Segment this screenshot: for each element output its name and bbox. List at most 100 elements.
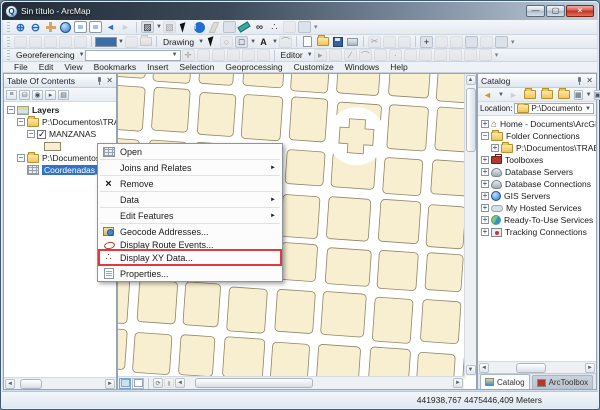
fixed-zoom-out-icon[interactable] <box>89 21 102 33</box>
georef-shift-icon[interactable] <box>212 49 225 61</box>
connect-folder-icon[interactable] <box>541 90 553 99</box>
georeferencing-layer-combo[interactable]: ▼ <box>85 50 181 61</box>
disconnect-folder-icon[interactable] <box>558 90 570 99</box>
georef-rotate-icon[interactable] <box>197 49 210 61</box>
new-document-icon[interactable] <box>303 36 312 47</box>
layer-visibility-checkbox[interactable] <box>37 130 46 139</box>
forward-icon[interactable] <box>507 89 520 101</box>
collapse-icon[interactable] <box>7 106 15 114</box>
editor-dropdown-icon[interactable]: ▼ <box>307 52 313 58</box>
context-menu-item-data[interactable]: Data ► <box>98 193 282 206</box>
swipe-layer-icon[interactable] <box>59 36 72 48</box>
close-button[interactable]: × <box>566 5 594 17</box>
image-analysis-icon[interactable] <box>140 37 152 46</box>
close-icon[interactable]: ✕ <box>586 77 593 85</box>
minimize-button[interactable]: — <box>526 5 545 17</box>
scroll-up-icon[interactable]: ▲ <box>466 75 476 85</box>
find-icon[interactable] <box>253 21 266 33</box>
location-combo[interactable]: P:\Documentos\TRABAJOS ▼ <box>514 103 594 114</box>
scroll-right-icon[interactable]: ► <box>105 379 115 389</box>
pin-icon[interactable] <box>95 77 103 85</box>
collapse-icon[interactable] <box>17 118 25 126</box>
catalog-item-gis-servers[interactable]: GIS Servers <box>478 190 596 202</box>
maximize-button[interactable]: ▢ <box>546 5 565 17</box>
catalog-item-home[interactable]: Home - Documents\ArcGIS <box>478 118 596 130</box>
add-data-icon[interactable]: + <box>420 36 433 48</box>
georef-add-points-icon[interactable]: ✛ <box>182 49 195 61</box>
html-popup-icon[interactable] <box>223 21 236 33</box>
time-slider-icon[interactable] <box>283 21 296 33</box>
scroll-left-icon[interactable]: ◄ <box>5 379 15 389</box>
toc-item-manzanas[interactable]: MANZANAS <box>4 128 116 140</box>
catalog-item-database-servers[interactable]: Database Servers <box>478 166 596 178</box>
reshape-icon[interactable] <box>419 49 432 61</box>
scroll-left-icon[interactable]: ◄ <box>175 378 185 388</box>
list-by-selection-icon[interactable]: ▸ <box>45 90 56 100</box>
model-builder-icon[interactable] <box>495 36 508 48</box>
layout-view-button[interactable] <box>132 378 144 389</box>
georeferencing-menu[interactable]: Georeferencing <box>13 50 78 60</box>
catalog-window-icon[interactable] <box>435 36 448 48</box>
swatch-dropdown-icon[interactable]: ▼ <box>118 39 124 45</box>
back-dropdown-icon[interactable]: ▼ <box>498 92 504 98</box>
point-tool-icon[interactable]: · <box>389 49 402 61</box>
toc-options-icon[interactable]: ▤ <box>58 90 69 100</box>
editor-menu[interactable]: Editor <box>278 50 306 60</box>
text-dropdown-icon[interactable]: ▼ <box>272 39 278 45</box>
context-menu-item-properties[interactable]: Properties... <box>98 267 282 280</box>
select-features-dropdown-icon[interactable]: ▼ <box>156 24 162 30</box>
back-extent-icon[interactable] <box>104 21 117 33</box>
menu-bookmarks[interactable]: Bookmarks <box>89 62 142 72</box>
back-icon[interactable] <box>481 89 494 101</box>
select-elements-icon[interactable] <box>178 21 191 33</box>
up-one-level-icon[interactable] <box>524 90 536 99</box>
identify-icon[interactable] <box>194 22 205 33</box>
toc-item-source-1[interactable]: P:\Documentos\TRABAJOS Y <box>4 116 116 128</box>
viewer-window-icon[interactable] <box>298 21 311 33</box>
collapse-icon[interactable] <box>17 154 25 162</box>
rotate-icon[interactable]: ○ <box>220 36 233 48</box>
close-icon[interactable]: ✕ <box>106 77 113 85</box>
title-bar[interactable]: Q Sin título - ArcMap — ▢ × <box>2 2 598 20</box>
expand-icon[interactable] <box>481 168 489 176</box>
straight-segment-icon[interactable]: ∕ <box>344 49 357 61</box>
transparency-icon[interactable] <box>44 36 57 48</box>
scroll-right-icon[interactable]: ► <box>453 378 463 388</box>
copy-icon[interactable] <box>383 36 396 48</box>
catalog-item-tracking-connections[interactable]: Tracking Connections <box>478 226 596 238</box>
georef-link-table-icon[interactable] <box>257 49 270 61</box>
search-window-icon[interactable] <box>450 36 463 48</box>
contrast-icon[interactable] <box>14 36 27 48</box>
hyperlink-icon[interactable] <box>208 21 221 33</box>
arctoolbox-window-icon[interactable] <box>465 36 478 48</box>
clear-selection-icon[interactable]: ▧ <box>163 21 176 33</box>
list-by-visibility-icon[interactable]: ◉ <box>32 90 43 100</box>
list-by-drawing-order-icon[interactable]: ≡ <box>6 90 17 100</box>
contents-view-icon[interactable]: ▦ <box>574 90 583 100</box>
catalog-item-my-hosted-services[interactable]: My Hosted Services <box>478 202 596 214</box>
context-menu-item-edit-features[interactable]: Edit Features ► <box>98 209 282 222</box>
zoom-out-icon[interactable] <box>29 21 42 33</box>
georef-auto-icon[interactable] <box>242 49 255 61</box>
expand-icon[interactable] <box>491 144 499 152</box>
toolbar-overflow-icon[interactable]: ▾ <box>314 23 318 31</box>
menu-file[interactable]: File <box>9 62 33 72</box>
pause-drawing-icon[interactable]: ▮ <box>164 378 174 388</box>
forward-extent-icon[interactable] <box>119 21 132 33</box>
full-extent-icon[interactable] <box>60 22 71 33</box>
layer-color-swatch[interactable] <box>95 37 117 47</box>
toolbar-overflow-icon[interactable]: ▾ <box>511 38 515 46</box>
endpoint-arc-icon[interactable]: ⌒ <box>359 49 372 61</box>
edit-tool-icon[interactable]: ▸ <box>314 49 327 61</box>
expand-icon[interactable] <box>481 180 489 188</box>
expand-icon[interactable] <box>481 156 489 164</box>
fixed-zoom-in-icon[interactable] <box>74 21 87 33</box>
paste-icon[interactable] <box>398 36 411 48</box>
launch-arcmap-icon[interactable]: ▣ <box>594 90 600 100</box>
pin-icon[interactable] <box>575 77 583 85</box>
menu-view[interactable]: View <box>59 62 87 72</box>
expand-icon[interactable] <box>481 120 489 128</box>
expand-icon[interactable] <box>481 204 489 212</box>
drawing-select-icon[interactable] <box>205 36 218 48</box>
rectangle-tool-icon[interactable]: □ <box>235 36 248 48</box>
